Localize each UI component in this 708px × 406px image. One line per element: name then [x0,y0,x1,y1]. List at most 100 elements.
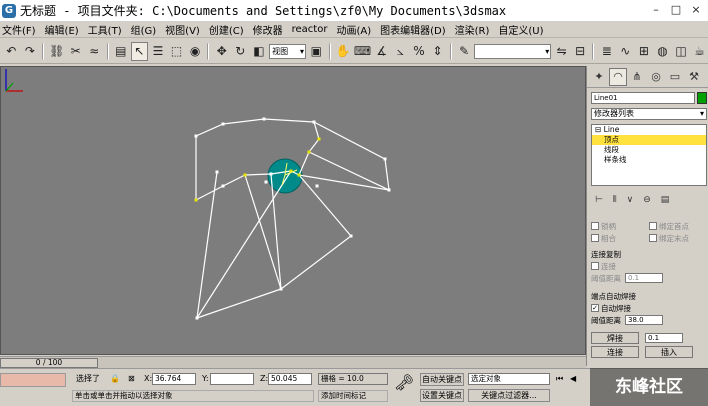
move-icon[interactable]: ✥ [213,42,230,61]
maxscript-listener[interactable] [0,373,66,387]
configure-sets-icon[interactable]: ▤ [661,195,670,205]
make-unique-icon[interactable]: ∨ [627,195,634,205]
spline-segment[interactable] [244,173,272,176]
selection-lock-icon[interactable]: 🔒 [110,373,120,385]
select-by-name-icon[interactable]: ☰ [150,42,167,61]
hierarchy-tab-icon[interactable]: ⋔ [628,68,646,86]
quick-render-icon[interactable]: ☕ [691,42,708,61]
spline-vertex[interactable] [215,170,219,174]
menu-reactor[interactable]: reactor [290,24,335,35]
menu-graph-editors[interactable]: 图表编辑器(D) [378,22,453,37]
spline-segment[interactable] [280,235,352,290]
object-color-swatch[interactable] [697,92,707,104]
spline-vertex[interactable] [349,234,353,238]
stack-item-line[interactable]: ⊟ Line [592,125,706,135]
redo-icon[interactable]: ↷ [22,42,39,61]
y-coord-field[interactable] [210,373,254,385]
window-crossing-icon[interactable]: ◉ [187,42,204,61]
select-manipulate-icon[interactable]: ✋ [335,42,352,61]
layer-manager-icon[interactable]: ≣ [598,42,615,61]
spline-vertex[interactable] [269,172,273,176]
select-link-icon[interactable]: ⛓ [48,42,65,61]
menu-group[interactable]: 组(G) [129,22,164,37]
menu-create[interactable]: 创建(C) [207,22,251,37]
spline-segment[interactable] [196,288,282,319]
object-name-field[interactable]: Line01 [591,92,695,104]
bind-last-check[interactable]: 绑定末点 [649,232,689,244]
create-tab-icon[interactable]: ✦ [590,68,608,86]
bind-last-box[interactable] [649,234,657,242]
spline-segment[interactable] [298,174,390,191]
spline-vertex[interactable] [387,188,391,192]
spline-segment[interactable] [384,158,390,191]
mirror-icon[interactable]: ⇋ [553,42,570,61]
spline-segment[interactable] [263,118,315,123]
weld-value-field[interactable]: 0.1 [645,333,683,343]
remove-modifier-icon[interactable]: ⊖ [643,195,651,205]
relocate-box[interactable] [591,234,599,242]
menu-edit[interactable]: 编辑(E) [43,22,86,37]
spline-vertex[interactable] [315,184,319,188]
unlink-icon[interactable]: ✂ [67,42,84,61]
menu-tools[interactable]: 工具(T) [86,22,129,37]
scale-icon[interactable]: ◧ [251,42,268,61]
menu-views[interactable]: 视图(V) [163,22,207,37]
select-object-icon[interactable]: ↖ [131,41,148,61]
key-filters-button[interactable]: 关键点过滤器... [468,389,550,402]
set-key-button[interactable]: 设置关键点 [420,389,464,402]
spline-segment[interactable] [222,174,246,187]
lock-handles-check[interactable]: 锁柄 [591,220,645,232]
selected-vertex[interactable] [317,137,321,141]
goto-start-icon[interactable]: ⏮ [556,373,563,385]
connect-check[interactable]: 连接 [591,260,703,272]
spline-segment[interactable] [195,123,224,137]
spline-vertex[interactable] [195,316,199,320]
menu-rendering[interactable]: 渲染(R) [453,22,497,37]
spline-vertex[interactable] [221,184,225,188]
menu-animation[interactable]: 动画(A) [334,22,378,37]
spline-vertex[interactable] [262,117,266,121]
x-coord-field[interactable]: 36.764 [152,373,196,385]
rotate-icon[interactable]: ↻ [232,42,249,61]
connect-button[interactable]: 连接 [591,346,639,358]
selected-vertex[interactable] [194,198,198,202]
rect-selection-icon[interactable]: ⬚ [168,42,185,61]
spline-vertex[interactable] [279,287,283,291]
connect-box[interactable] [591,262,599,270]
modify-tab-icon[interactable]: ◠ [609,67,627,86]
auto-weld-box[interactable]: ✓ [591,304,599,312]
curve-editor-icon[interactable]: ∿ [617,42,634,61]
show-end-result-icon[interactable]: ⫴ [613,195,617,205]
weld-threshold-field[interactable]: 38.0 [625,315,663,325]
selected-vertex[interactable] [307,150,311,154]
display-tab-icon[interactable]: ▭ [666,68,684,86]
spline-segment[interactable] [313,121,386,160]
add-time-tag[interactable]: 添加时间标记 [318,390,388,402]
bind-space-warp-icon[interactable]: ≈ [86,42,103,61]
keyboard-shortcut-icon[interactable]: ⌨ [354,42,372,61]
stack-item-segment[interactable]: 线段 [592,145,706,155]
spline-segment[interactable] [195,185,224,201]
percent-snap-icon[interactable]: % [411,42,428,61]
schematic-view-icon[interactable]: ⊞ [636,42,653,61]
spline-vertex[interactable] [264,180,268,184]
pivot-center-icon[interactable]: ▣ [308,42,325,61]
stack-item-vertex[interactable]: 顶点 [592,135,706,145]
z-coord-field[interactable]: 50.045 [268,373,312,385]
insert-button[interactable]: 插入 [645,346,693,358]
selection-filter-icon[interactable]: ▤ [113,42,130,61]
maximize-icon[interactable]: □ [668,3,684,17]
spline-vertex[interactable] [312,120,316,124]
prev-frame-icon[interactable]: ◀ [570,373,576,385]
bind-first-check[interactable]: 绑定首点 [649,220,689,232]
align-icon[interactable]: ⊟ [572,42,589,61]
stack-item-spline[interactable]: 样条线 [592,155,706,165]
edit-named-selection-icon[interactable]: ✎ [456,42,473,61]
close-icon[interactable]: × [688,3,704,17]
spline-segment[interactable] [308,151,390,191]
reference-coord-select[interactable]: 视图 [269,43,306,59]
key-selection-dropdown[interactable]: 选定对象 [468,373,550,385]
utilities-tab-icon[interactable]: ⚒ [685,68,703,86]
menu-modifiers[interactable]: 修改器 [251,22,290,37]
weld-button[interactable]: 焊接 [591,332,639,344]
